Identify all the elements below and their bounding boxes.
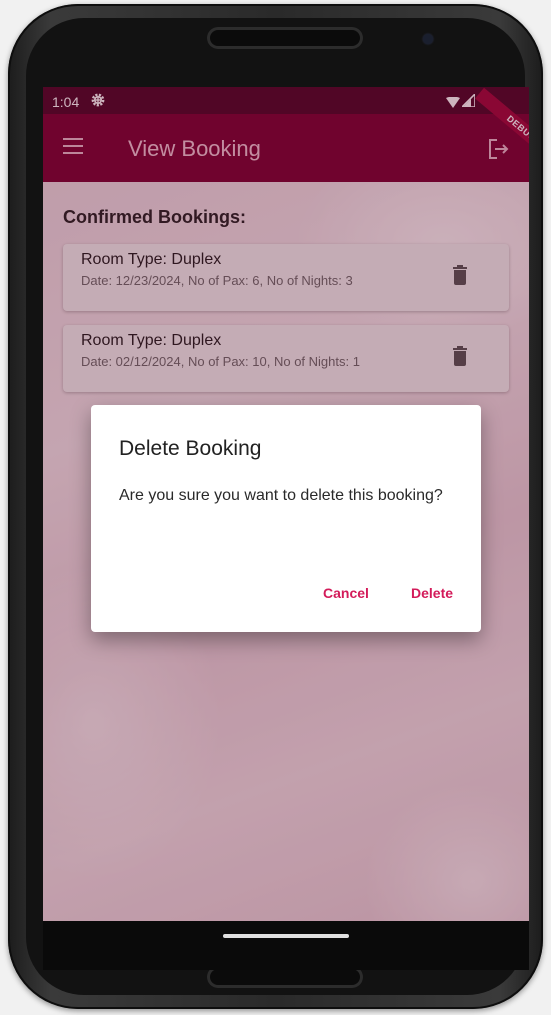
- delete-button[interactable]: Delete: [411, 585, 453, 601]
- dialog-title: Delete Booking: [119, 437, 262, 460]
- dialog-message: Are you sure you want to delete this boo…: [119, 487, 443, 504]
- cancel-button[interactable]: Cancel: [323, 585, 369, 601]
- top-speaker: [207, 27, 363, 49]
- phone-screen: 1:04 View Booking DEBUG Confirmed Bookin…: [43, 87, 529, 970]
- delete-booking-dialog: Delete Booking Are you sure you want to …: [91, 405, 481, 632]
- front-camera: [423, 34, 433, 44]
- dialog-scrim-nav: [43, 921, 529, 970]
